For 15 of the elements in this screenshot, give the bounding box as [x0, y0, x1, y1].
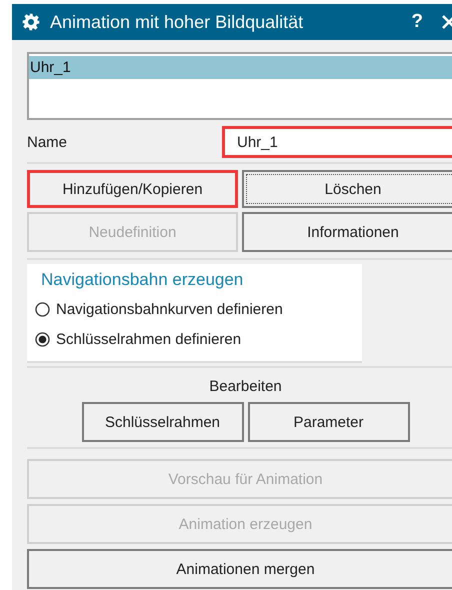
group-title: Navigationsbahn erzeugen	[40, 270, 244, 290]
edit-button[interactable]: Schlüsselrahmen	[82, 402, 244, 442]
radio-label: Navigationsbahnkurven definieren	[56, 300, 283, 318]
action-button[interactable]: Animationen mergen	[27, 549, 452, 589]
window-title: Animation mit hoher Bildqualität	[50, 12, 304, 32]
radio-label: Schlüsselrahmen definieren	[56, 330, 242, 348]
edit-button[interactable]: Parameter	[248, 402, 410, 442]
action-button[interactable]: Löschen	[242, 170, 452, 208]
list-item[interactable]: Uhr_1	[29, 56, 452, 79]
name-label: Name	[27, 134, 68, 150]
section-title: Bearbeiten	[209, 378, 282, 395]
action-button[interactable]: Hinzufügen/Kopieren	[27, 170, 238, 208]
help-button[interactable]: ?	[411, 11, 423, 33]
action-button[interactable]: Informationen	[242, 212, 452, 252]
name-field[interactable]: Uhr_1	[222, 126, 452, 158]
